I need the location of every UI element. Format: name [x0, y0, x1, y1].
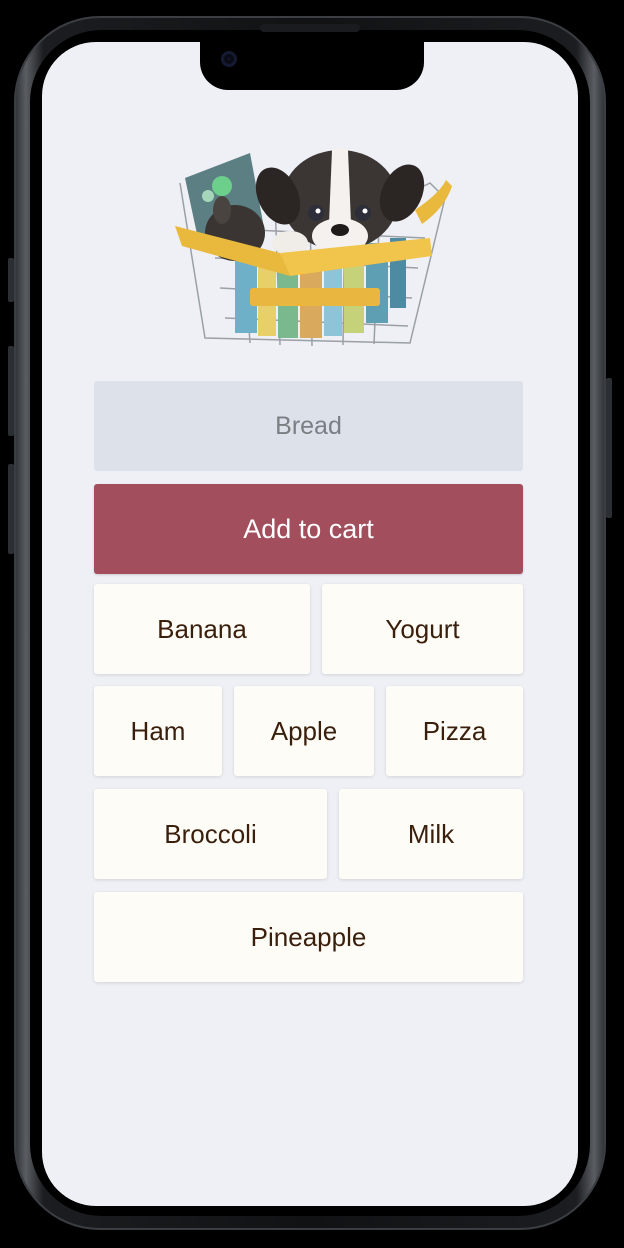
volume-down-button — [8, 464, 14, 554]
notch — [200, 42, 424, 90]
front-camera-icon — [221, 51, 237, 67]
item-chip-yogurt[interactable]: Yogurt — [322, 584, 523, 674]
item-input[interactable]: Bread — [94, 381, 523, 471]
mute-switch — [8, 258, 14, 302]
item-chip-milk[interactable]: Milk — [339, 789, 523, 879]
puppy-basket-image — [175, 148, 452, 347]
earpiece-speaker — [260, 24, 360, 32]
item-chip-ham[interactable]: Ham — [94, 686, 222, 776]
item-chip-banana[interactable]: Banana — [94, 584, 310, 674]
item-chip-apple[interactable]: Apple — [234, 686, 374, 776]
power-button — [606, 378, 612, 518]
item-chip-pineapple[interactable]: Pineapple — [94, 892, 523, 982]
item-chip-broccoli[interactable]: Broccoli — [94, 789, 327, 879]
volume-up-button — [8, 346, 14, 436]
add-to-cart-button[interactable]: Add to cart — [94, 484, 523, 574]
item-chip-pizza[interactable]: Pizza — [386, 686, 523, 776]
